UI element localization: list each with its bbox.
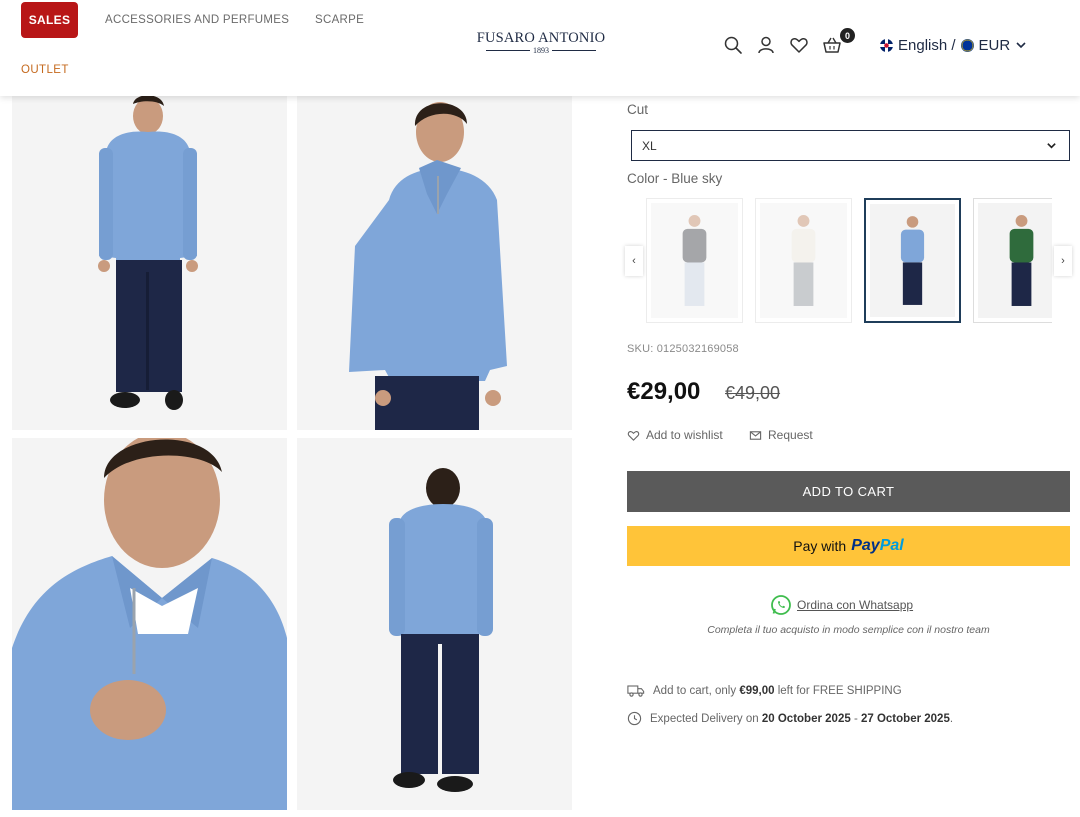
heart-icon[interactable] xyxy=(789,35,809,55)
nav-accessories-perfumes[interactable]: ACCESSORIES AND PERFUMES xyxy=(105,14,289,26)
request-label: Request xyxy=(768,428,813,442)
cut-select[interactable]: XL xyxy=(631,130,1070,161)
chevron-down-icon xyxy=(1016,42,1026,49)
add-to-cart-button[interactable]: ADD TO CART xyxy=(627,471,1070,512)
swatch-model-image xyxy=(651,203,738,318)
color-swatch-cream[interactable] xyxy=(755,198,852,323)
current-price: €29,00 xyxy=(627,378,701,405)
cart-count-badge: 0 xyxy=(840,28,855,43)
swatch-prev-button[interactable]: ‹ xyxy=(625,246,643,276)
color-swatch-blue-sky[interactable] xyxy=(864,198,961,323)
eu-flag-icon xyxy=(960,38,974,52)
logo-name: FUSARO ANTONIO xyxy=(476,30,606,46)
swatch-model-image xyxy=(870,204,955,317)
currency-label: EUR xyxy=(978,36,1011,54)
uk-flag-icon xyxy=(880,38,893,52)
swatch-model-image xyxy=(760,203,847,318)
add-to-wishlist-link[interactable]: Add to wishlist xyxy=(627,428,723,442)
whatsapp-icon xyxy=(771,595,791,615)
chevron-right-icon: › xyxy=(1061,255,1065,267)
whatsapp-label: Ordina con Whatsapp xyxy=(797,598,914,612)
product-photo-three-quarter[interactable] xyxy=(297,96,572,430)
product-photo-front[interactable] xyxy=(12,96,287,430)
language-label: English / xyxy=(898,36,956,54)
whatsapp-order-link[interactable]: Ordina con Whatsapp xyxy=(770,594,913,616)
chevron-left-icon: ‹ xyxy=(632,255,636,267)
color-label: Color - Blue sky xyxy=(627,171,723,186)
search-icon[interactable] xyxy=(723,35,743,55)
free-shipping-info: Add to cart, only €99,00 left for FREE S… xyxy=(627,683,902,698)
basket-icon[interactable] xyxy=(822,35,842,55)
color-swatch-green[interactable] xyxy=(973,198,1052,323)
shipping-text: Add to cart, only €99,00 left for FREE S… xyxy=(653,684,902,697)
delivery-text: Expected Delivery on 20 October 2025 - 2… xyxy=(650,712,954,725)
original-price: €49,00 xyxy=(725,383,781,403)
swatch-model-image xyxy=(978,203,1052,318)
sales-button[interactable]: SALES xyxy=(21,2,78,38)
request-link[interactable]: Request xyxy=(749,428,813,442)
product-photo-back[interactable] xyxy=(297,438,572,810)
wishlist-label: Add to wishlist xyxy=(646,428,723,442)
brand-logo[interactable]: FUSARO ANTONIO 1893 xyxy=(474,30,608,55)
chevron-down-icon xyxy=(1047,143,1056,149)
expected-delivery-info: Expected Delivery on 20 October 2025 - 2… xyxy=(627,711,953,726)
cut-selected-value: XL xyxy=(642,138,657,153)
truck-icon xyxy=(627,685,645,697)
swatch-next-button[interactable]: › xyxy=(1054,246,1072,276)
paypal-prefix: Pay with xyxy=(793,538,847,554)
product-photo-closeup[interactable] xyxy=(12,438,287,810)
sku-text: SKU: 0125032169058 xyxy=(627,343,739,355)
cut-label: Cut xyxy=(627,102,649,117)
clock-icon xyxy=(627,711,642,726)
site-header: SALES ACCESSORIES AND PERFUMES SCARPE OU… xyxy=(0,0,1080,96)
nav-outlet[interactable]: OUTLET xyxy=(21,64,69,76)
language-currency-selector[interactable]: English / EUR xyxy=(880,35,1027,55)
user-icon[interactable] xyxy=(756,35,776,55)
color-swatch-gray[interactable] xyxy=(646,198,743,323)
whatsapp-note: Completa il tuo acquisto in modo semplic… xyxy=(707,624,990,636)
nav-scarpe[interactable]: SCARPE xyxy=(315,14,364,26)
mail-icon xyxy=(749,430,762,440)
heart-icon xyxy=(627,430,640,441)
logo-year: 1893 xyxy=(474,46,608,55)
paypal-logo: PayPal xyxy=(851,537,904,554)
color-swatch-carousel xyxy=(646,196,1052,326)
paypal-button[interactable]: Pay with PayPal xyxy=(627,526,1070,566)
